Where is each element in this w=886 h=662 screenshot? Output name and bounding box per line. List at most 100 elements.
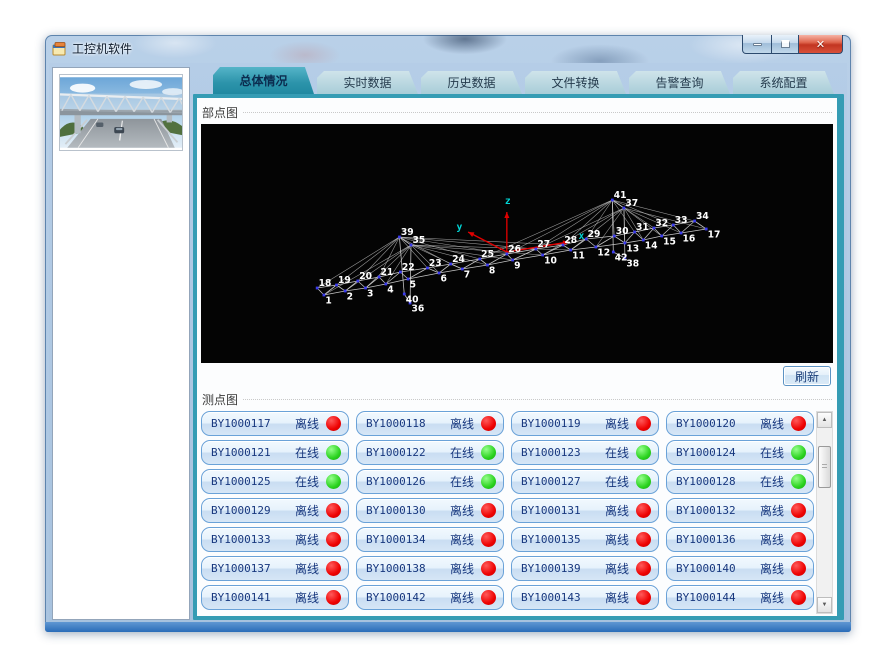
status-dot-icon bbox=[481, 445, 496, 460]
point-id: BY1000143 bbox=[521, 591, 581, 604]
point-id: BY1000128 bbox=[676, 475, 736, 488]
svg-text:23: 23 bbox=[429, 258, 442, 269]
point-item[interactable]: BY1000119离线 bbox=[511, 411, 659, 436]
point-item[interactable]: BY1000129离线 bbox=[201, 498, 349, 523]
point-id: BY1000124 bbox=[676, 446, 736, 459]
svg-text:39: 39 bbox=[401, 227, 414, 238]
point-item[interactable]: BY1000122在线 bbox=[356, 440, 504, 465]
point-status: 离线 bbox=[760, 502, 791, 519]
point-item[interactable]: BY1000138离线 bbox=[356, 556, 504, 581]
points-grid-area: BY1000117离线 BY1000118离线 BY1000119离线 BY10001… bbox=[201, 411, 833, 614]
point-id: BY1000140 bbox=[676, 562, 736, 575]
bridge-3d-canvas[interactable]: zyx1234567891011121314151617181920212223… bbox=[201, 124, 833, 363]
point-item[interactable]: BY1000144离线 bbox=[666, 585, 814, 610]
svg-text:20: 20 bbox=[359, 271, 372, 282]
point-id: BY1000139 bbox=[521, 562, 581, 575]
tab-1[interactable]: 总体情况 bbox=[213, 67, 314, 94]
scrollbar-thumb[interactable] bbox=[818, 446, 831, 488]
point-status: 离线 bbox=[760, 560, 791, 577]
svg-text:z: z bbox=[505, 196, 511, 207]
refresh-button[interactable]: 刷新 bbox=[783, 366, 831, 386]
point-item[interactable]: BY1000125在线 bbox=[201, 469, 349, 494]
svg-text:y: y bbox=[457, 222, 463, 233]
svg-text:29: 29 bbox=[588, 229, 601, 240]
point-id: BY1000121 bbox=[211, 446, 271, 459]
svg-text:16: 16 bbox=[683, 233, 696, 244]
tab-4[interactable]: 文件转换 bbox=[525, 71, 626, 94]
points-grid: BY1000117离线 BY1000118离线 BY1000119离线 BY10001… bbox=[201, 411, 814, 614]
point-item[interactable]: BY1000136离线 bbox=[666, 527, 814, 552]
status-dot-icon bbox=[791, 445, 806, 460]
point-item[interactable]: BY1000120 离线 bbox=[666, 411, 814, 436]
app-icon bbox=[52, 42, 67, 56]
status-dot-icon bbox=[326, 416, 341, 431]
window-title: 工控机软件 bbox=[72, 40, 132, 57]
point-item[interactable]: BY1000139离线 bbox=[511, 556, 659, 581]
point-id: BY1000120 bbox=[676, 417, 736, 430]
point-item[interactable]: BY1000128在线 bbox=[666, 469, 814, 494]
svg-text:x: x bbox=[578, 231, 584, 242]
point-item[interactable]: BY1000143 离线 bbox=[511, 585, 659, 610]
point-item[interactable]: BY1000140 离线 bbox=[666, 556, 814, 581]
close-button[interactable]: ✕ bbox=[798, 35, 843, 54]
status-dot-icon bbox=[481, 532, 496, 547]
tab-6[interactable]: 系统配置 bbox=[733, 71, 834, 94]
maximize-icon bbox=[781, 40, 790, 48]
refresh-row: 刷新 bbox=[200, 363, 834, 389]
svg-text:14: 14 bbox=[645, 240, 658, 251]
maximize-button[interactable] bbox=[771, 35, 799, 54]
svg-text:13: 13 bbox=[626, 243, 639, 254]
point-id: BY1000144 bbox=[676, 591, 736, 604]
status-dot-icon bbox=[481, 416, 496, 431]
svg-text:22: 22 bbox=[402, 262, 415, 273]
point-item[interactable]: BY1000121在线 bbox=[201, 440, 349, 465]
point-status: 离线 bbox=[295, 560, 326, 577]
app-window: 工控机软件 ✕ bbox=[45, 35, 851, 632]
point-status: 离线 bbox=[295, 531, 326, 548]
point-status: 在线 bbox=[760, 444, 791, 461]
point-item[interactable]: BY1000124 在线 bbox=[666, 440, 814, 465]
svg-text:12: 12 bbox=[597, 247, 610, 258]
svg-text:18: 18 bbox=[319, 278, 332, 289]
point-item[interactable]: BY1000137离线 bbox=[201, 556, 349, 581]
status-dot-icon bbox=[791, 474, 806, 489]
point-item[interactable]: BY1000134离线 bbox=[356, 527, 504, 552]
svg-text:19: 19 bbox=[338, 275, 351, 286]
point-status: 离线 bbox=[605, 531, 636, 548]
point-item[interactable]: BY1000123在线 bbox=[511, 440, 659, 465]
point-item[interactable]: BY1000131离线 bbox=[511, 498, 659, 523]
point-status: 离线 bbox=[450, 502, 481, 519]
point-status: 离线 bbox=[605, 589, 636, 606]
title-bar[interactable]: 工控机软件 ✕ bbox=[45, 35, 851, 63]
tab-3[interactable]: 历史数据 bbox=[421, 71, 522, 94]
point-item[interactable]: BY1000130离线 bbox=[356, 498, 504, 523]
tab-content: 部点图 zyx123456789101112131415161718192021… bbox=[193, 94, 844, 620]
point-status: 在线 bbox=[605, 444, 636, 461]
point-id: BY1000126 bbox=[366, 475, 426, 488]
points-diagram-label: 测点图 bbox=[202, 391, 832, 408]
svg-text:2: 2 bbox=[347, 291, 353, 302]
point-item[interactable]: BY1000117离线 bbox=[201, 411, 349, 436]
scroll-up-button[interactable]: ▲ bbox=[817, 412, 832, 428]
point-item[interactable]: BY1000132离线 bbox=[666, 498, 814, 523]
svg-text:28: 28 bbox=[564, 235, 577, 246]
grid-scrollbar[interactable]: ▲ ▼ bbox=[816, 411, 833, 614]
tab-2[interactable]: 实时数据 bbox=[317, 71, 418, 94]
point-item[interactable]: BY1000142离线 bbox=[356, 585, 504, 610]
tab-5[interactable]: 告警查询 bbox=[629, 71, 730, 94]
scroll-down-button[interactable]: ▼ bbox=[817, 597, 832, 613]
point-item[interactable]: BY1000118离线 bbox=[356, 411, 504, 436]
svg-text:26: 26 bbox=[508, 244, 521, 255]
point-item[interactable]: BY1000135离线 bbox=[511, 527, 659, 552]
point-status: 离线 bbox=[760, 415, 791, 432]
point-item[interactable]: BY1000141离线 bbox=[201, 585, 349, 610]
minimize-icon bbox=[753, 43, 762, 46]
point-item[interactable]: BY1000126在线 bbox=[356, 469, 504, 494]
close-icon: ✕ bbox=[816, 38, 825, 51]
minimize-button[interactable] bbox=[742, 35, 772, 54]
point-status: 离线 bbox=[450, 560, 481, 577]
point-item[interactable]: BY1000133离线 bbox=[201, 527, 349, 552]
point-item[interactable]: BY1000127在线 bbox=[511, 469, 659, 494]
svg-text:17: 17 bbox=[708, 229, 721, 240]
svg-text:4: 4 bbox=[387, 284, 394, 295]
